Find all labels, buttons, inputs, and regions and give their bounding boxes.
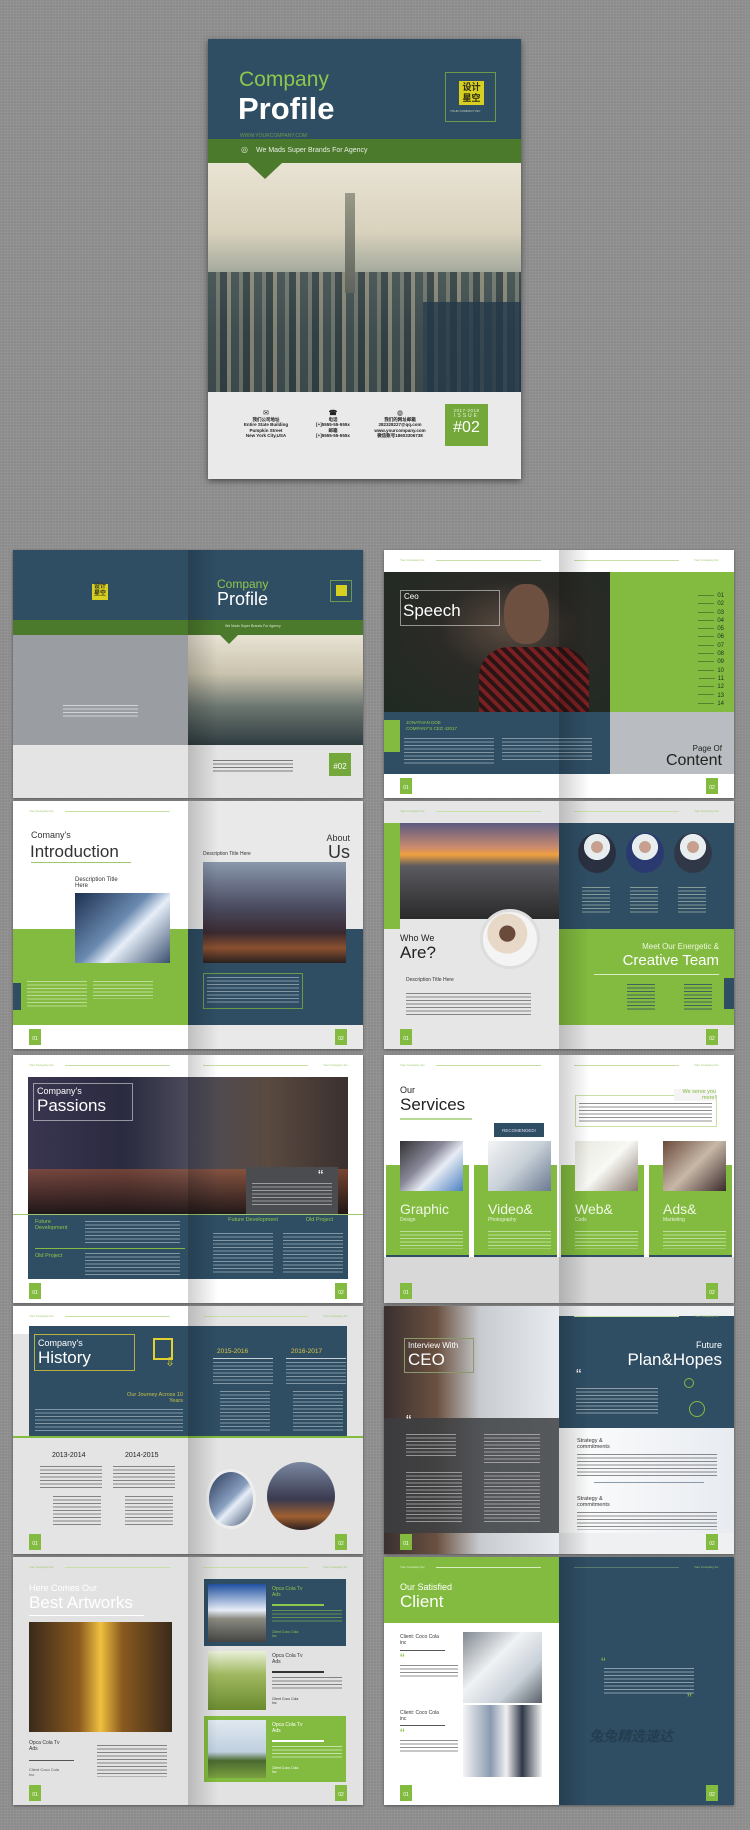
- sunset-alley-image: [29, 1622, 172, 1732]
- service-image: [488, 1141, 551, 1191]
- spread-artworks: Your Company Inc Your Company Inc Here C…: [13, 1557, 363, 1805]
- toc-item[interactable]: 08: [684, 650, 724, 658]
- tagline-pointer: [248, 163, 282, 179]
- spread-title-profile: Profile: [217, 589, 269, 609]
- toc-item[interactable]: 05: [684, 625, 724, 633]
- meadow-image: [208, 1651, 266, 1710]
- toc-item[interactable]: 04: [684, 617, 724, 625]
- toc-item[interactable]: 10: [684, 667, 724, 675]
- toc-item[interactable]: 14: [684, 700, 724, 708]
- woman-laptop-photo: [480, 909, 540, 969]
- toc-item[interactable]: 03: [684, 609, 724, 617]
- table-of-contents: 01 02 03 04 05 06 07 08 09 10 11 12 13 14: [684, 592, 724, 708]
- toc-item[interactable]: 11: [684, 675, 724, 683]
- toc-item[interactable]: 02: [684, 600, 724, 608]
- quote-icon: “: [400, 1650, 405, 1666]
- quote-open-icon: “: [601, 1654, 606, 1670]
- service-image: [663, 1141, 726, 1191]
- city-skyline-image: [208, 163, 521, 392]
- logo: 设计 星空: [92, 584, 108, 600]
- spread-history: Your Company Inc Your Company Inc Compan…: [13, 1306, 363, 1554]
- brochure-cover: Company Profile WWW.YOURCOMPANY.COM 设计 星空…: [208, 39, 521, 479]
- logo: 设计 星空: [459, 81, 484, 105]
- toc-item[interactable]: 01: [684, 592, 724, 600]
- building-image: [75, 893, 170, 963]
- team-portrait-1: [578, 833, 616, 873]
- team-portrait-3: [674, 833, 712, 873]
- field-trees-image: [208, 1720, 266, 1778]
- contact-phone: ☎ 电话 [+]5555-55-555x 邮箱 [+]5555-55-555x: [303, 410, 363, 439]
- sunset-coast-image: [400, 823, 559, 919]
- cover-logo-box: 设计 星空 YOUR COMPANY INC: [445, 72, 496, 122]
- toc-item[interactable]: 07: [684, 642, 724, 650]
- issue-badge: 2017-2018 ISSUE #02: [445, 404, 488, 446]
- logo-caption: YOUR COMPANY INC: [450, 109, 481, 113]
- city-skyline-image: [188, 635, 363, 745]
- spread-services: Your Company Inc Your Company Inc Our Se…: [384, 1055, 734, 1303]
- target-arrow-icon-small: [684, 1378, 694, 1388]
- globe-search-icon: ◎: [241, 145, 248, 154]
- spread-team: Your Company Inc Your Company Inc Who We…: [384, 801, 734, 1049]
- contact-block: ✉ 我们公司地址 Entire State Building Pumpkin Str…: [208, 392, 521, 479]
- artwork-card-title: Opca Cola Tv Ads: [272, 1722, 303, 1734]
- toc-item[interactable]: 12: [684, 683, 724, 691]
- team-portrait-2: [626, 833, 664, 873]
- target-arrow-icon: [689, 1401, 705, 1417]
- skyscraper-circle-image: [206, 1469, 256, 1529]
- street-image: [203, 862, 346, 963]
- business-meeting-image-1: [463, 1632, 542, 1703]
- watermark: 兔兔精选速达: [589, 1728, 673, 1744]
- quote-icon: “: [400, 1725, 405, 1741]
- spread-passions: Your Company Inc Your Company Inc Compan…: [13, 1055, 363, 1303]
- toc-item[interactable]: 06: [684, 633, 724, 641]
- service-image: [575, 1141, 638, 1191]
- artwork-card-title: Opca Cola Tv Ads: [272, 1586, 303, 1598]
- business-meeting-image-2: [463, 1705, 542, 1777]
- toc-item[interactable]: 13: [684, 692, 724, 700]
- quote-icon: “: [576, 1367, 582, 1384]
- issue-badge: #02: [329, 753, 351, 776]
- quote-close-icon: ”: [687, 1690, 692, 1706]
- quote-icon: “: [406, 1413, 412, 1430]
- spread-ceo-speech: Your Company Inc Your Company Inc Ceo Sp…: [384, 550, 734, 798]
- city-night-circle-image: [267, 1462, 335, 1530]
- service-image: [400, 1141, 463, 1191]
- toc-item[interactable]: 09: [684, 658, 724, 666]
- contact-web: ◍ 我们的网址邮箱 282328227@qq.com www.yourcompany…: [368, 410, 432, 439]
- cover-title-profile: Profile: [238, 91, 335, 126]
- spread-interview: Interview With CEO “ Your Company Inc Fu…: [384, 1306, 734, 1554]
- cover-title-company: Company: [239, 68, 329, 91]
- spread-cover: 设计 星空 Company Profile We Mads Super Brand…: [13, 550, 363, 798]
- recommended-badge: RECOMENDED!: [494, 1123, 544, 1137]
- spread-introduction: Your Company Inc Your Company Inc Comany…: [13, 801, 363, 1049]
- cover-tagline: We Mads Super Brands For Agency: [256, 147, 368, 154]
- artwork-card-title: Opca Cola Tv Ads: [272, 1653, 303, 1665]
- spread-clients: Your Company Inc Our Satisfied Client Yo…: [384, 1557, 734, 1805]
- contact-address: ✉ 我们公司地址 Entire State Building Pumpkin Str…: [236, 410, 296, 439]
- railway-sky-image: [208, 1584, 266, 1642]
